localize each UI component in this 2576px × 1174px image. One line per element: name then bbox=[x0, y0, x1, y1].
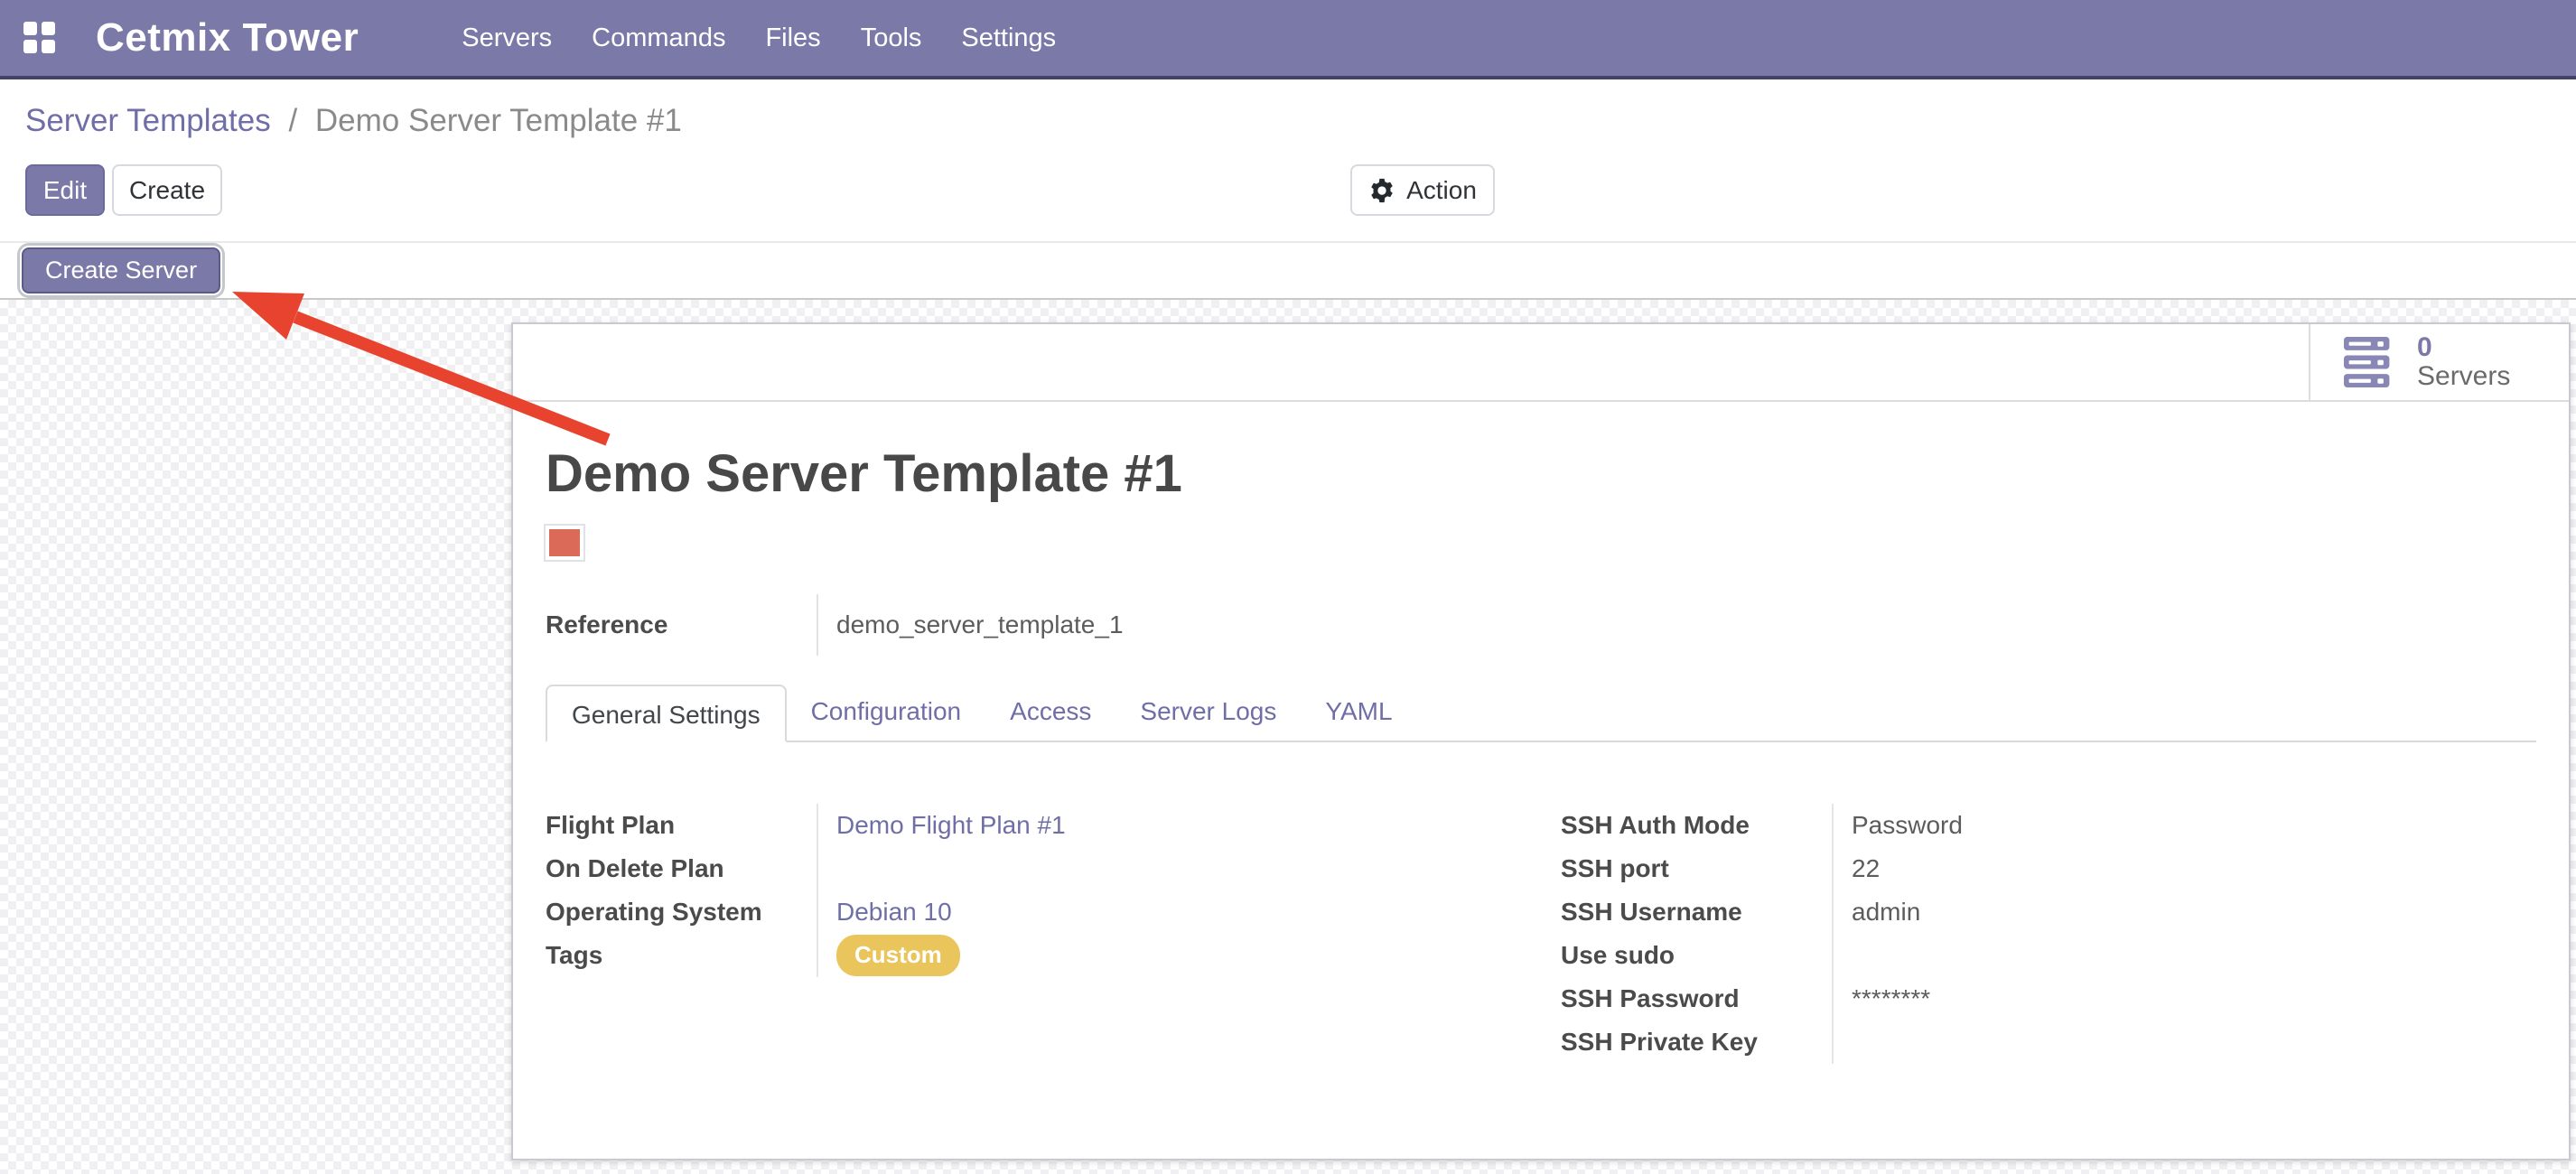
servers-stat-button[interactable]: 0 Servers bbox=[2309, 324, 2569, 400]
field-value-ssh-password: ******** bbox=[1832, 977, 2536, 1020]
field-value-ssh-private-key bbox=[1832, 1020, 2536, 1064]
stat-text: 0 Servers bbox=[2417, 333, 2510, 391]
top-navbar: Cetmix Tower ServersCommandsFilesToolsSe… bbox=[0, 0, 2576, 79]
field-value-ssh-username: admin bbox=[1832, 890, 2536, 934]
link-demo-flight-plan-1[interactable]: Demo Flight Plan #1 bbox=[836, 811, 1066, 840]
field-value-ssh-auth-mode: Password bbox=[1832, 804, 2536, 847]
field-label-on-delete-plan: On Delete Plan bbox=[546, 847, 817, 890]
field-label-ssh-port: SSH port bbox=[1561, 847, 1832, 890]
server-stack-icon bbox=[2341, 337, 2397, 387]
value-ssh-password: ******** bbox=[1852, 984, 1930, 1013]
apps-grid-icon[interactable] bbox=[23, 22, 56, 54]
sheet-body: Demo Server Template #1 Reference demo_s… bbox=[513, 443, 2569, 1064]
app-window: Cetmix Tower ServersCommandsFilesToolsSe… bbox=[0, 0, 2576, 1174]
statusbar: Create Server bbox=[0, 241, 2576, 300]
color-swatch[interactable] bbox=[546, 526, 583, 560]
field-value-ssh-port: 22 bbox=[1832, 847, 2536, 890]
tab-access[interactable]: Access bbox=[985, 683, 1115, 741]
field-group-left: Flight Plan Demo Flight Plan #1 On Delete … bbox=[546, 804, 1521, 1064]
field-label-ssh-auth-mode: SSH Auth Mode bbox=[1561, 804, 1832, 847]
nav-item-servers[interactable]: Servers bbox=[442, 23, 572, 53]
field-label-ssh-private-key: SSH Private Key bbox=[1561, 1020, 1832, 1064]
nav-item-files[interactable]: Files bbox=[745, 23, 840, 53]
gear-icon bbox=[1368, 177, 1395, 204]
tab-yaml[interactable]: YAML bbox=[1301, 683, 1416, 741]
field-value-tags: Custom bbox=[817, 934, 1521, 977]
top-menu: ServersCommandsFilesToolsSettings bbox=[442, 23, 1076, 53]
action-button[interactable]: Action bbox=[1350, 164, 1495, 216]
nav-item-tools[interactable]: Tools bbox=[841, 23, 942, 53]
tab-configuration[interactable]: Configuration bbox=[787, 683, 986, 741]
field-label-ssh-username: SSH Username bbox=[1561, 890, 1832, 934]
field-label-tags: Tags bbox=[546, 934, 817, 977]
form-sheet: 0 Servers Demo Server Template #1 Refere… bbox=[511, 322, 2571, 1160]
value-ssh-port: 22 bbox=[1852, 854, 1880, 883]
create-button[interactable]: Create bbox=[112, 164, 222, 216]
tab-server-logs[interactable]: Server Logs bbox=[1115, 683, 1301, 741]
reference-label: Reference bbox=[546, 594, 817, 656]
notebook-tabs: General SettingsConfigurationAccessServe… bbox=[546, 681, 2536, 742]
value-ssh-auth-mode: Password bbox=[1852, 811, 1963, 840]
create-server-button[interactable]: Create Server bbox=[22, 247, 220, 294]
button-box: 0 Servers bbox=[513, 324, 2569, 402]
nav-item-settings[interactable]: Settings bbox=[941, 23, 1076, 53]
reference-value: demo_server_template_1 bbox=[817, 594, 1124, 656]
record-title: Demo Server Template #1 bbox=[546, 443, 2536, 504]
field-value-on-delete-plan bbox=[817, 847, 1521, 890]
tag-custom: Custom bbox=[836, 935, 960, 976]
breadcrumb: Server Templates / Demo Server Template … bbox=[25, 103, 682, 139]
breadcrumb-separator: / bbox=[279, 103, 306, 138]
link-debian-10[interactable]: Debian 10 bbox=[836, 898, 952, 927]
general-settings-panel: Flight Plan Demo Flight Plan #1 On Delete … bbox=[546, 804, 2536, 1064]
reference-row: Reference demo_server_template_1 bbox=[546, 594, 2536, 656]
servers-label: Servers bbox=[2417, 362, 2510, 391]
nav-item-commands[interactable]: Commands bbox=[572, 23, 745, 53]
field-value-flight-plan: Demo Flight Plan #1 bbox=[817, 804, 1521, 847]
value-ssh-username: admin bbox=[1852, 898, 1920, 927]
field-value-operating-system: Debian 10 bbox=[817, 890, 1521, 934]
form-view-background: 0 Servers Demo Server Template #1 Refere… bbox=[0, 300, 2576, 1174]
edit-button[interactable]: Edit bbox=[25, 164, 105, 216]
field-label-operating-system: Operating System bbox=[546, 890, 817, 934]
breadcrumb-current: Demo Server Template #1 bbox=[315, 103, 682, 138]
servers-count: 0 bbox=[2417, 333, 2510, 362]
breadcrumb-parent-link[interactable]: Server Templates bbox=[25, 103, 271, 138]
app-brand[interactable]: Cetmix Tower bbox=[96, 15, 359, 61]
field-label-ssh-password: SSH Password bbox=[1561, 977, 1832, 1020]
control-panel: Server Templates / Demo Server Template … bbox=[0, 79, 2576, 300]
action-button-label: Action bbox=[1406, 176, 1477, 205]
field-group-right: SSH Auth Mode Password SSH port 22 SSH Usern… bbox=[1561, 804, 2536, 1064]
field-label-flight-plan: Flight Plan bbox=[546, 804, 817, 847]
field-label-use-sudo: Use sudo bbox=[1561, 934, 1832, 977]
tab-general-settings[interactable]: General Settings bbox=[546, 685, 787, 742]
field-value-use-sudo bbox=[1832, 934, 2536, 977]
